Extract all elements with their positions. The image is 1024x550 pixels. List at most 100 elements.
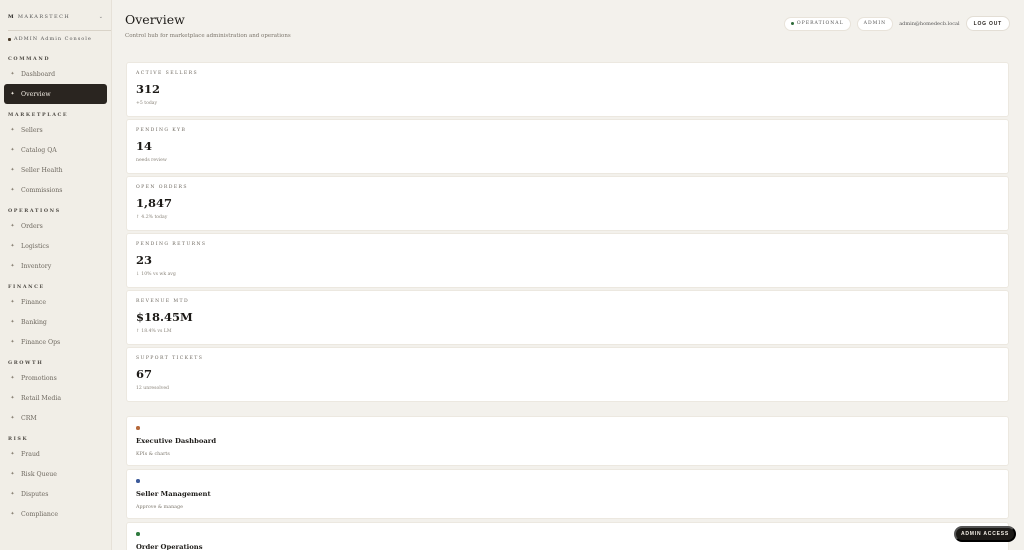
nav-section-title: COMMAND <box>8 56 51 62</box>
sidebar-item-label: Promotions <box>21 374 57 382</box>
nav-section-title: MARKETPLACE <box>8 112 69 118</box>
sidebar-item-seller-health[interactable]: ✦ Seller Health <box>4 160 107 180</box>
kpi-card[interactable]: PENDING KYB 14 needs review <box>126 119 1009 174</box>
sidebar-item-label: Orders <box>21 222 43 230</box>
sidebar-item-label: Finance <box>21 298 47 306</box>
kpi-card[interactable]: PENDING RETURNS 23 ↓ 10% vs wk avg <box>126 233 1009 288</box>
nav-section-title: RISK <box>8 436 29 442</box>
sparkle-icon: ✦ <box>10 395 15 401</box>
status-dot-icon <box>790 22 794 25</box>
sidebar-nav: COMMAND ✦ Dashboard ✦ Overview MARKETPLACE ✦ Se… <box>0 54 111 524</box>
brand[interactable]: M MAKARSTECH ⌄ <box>0 0 111 24</box>
module-list: Executive Dashboard KPIs & charts Seller M… <box>126 416 1009 550</box>
module-title: Executive Dashboard <box>136 436 217 445</box>
module-dot-icon <box>136 426 140 430</box>
kpi-subtext: ↓ 10% vs wk avg <box>136 272 176 277</box>
sparkle-icon: ✦ <box>10 319 15 325</box>
sidebar-item-label: Disputes <box>21 490 49 498</box>
sidebar-item-inventory[interactable]: ✦ Inventory <box>4 256 107 276</box>
nav-section-title: OPERATIONS <box>8 208 61 214</box>
kpi-label: PENDING RETURNS <box>136 242 207 247</box>
kpi-subtext: ↑ 4.2% today <box>136 215 168 220</box>
module-subtitle: KPIs & charts <box>136 451 170 457</box>
kpi-value: 312 <box>136 82 161 96</box>
module-dot-icon <box>136 532 140 536</box>
module-card[interactable]: Order Operations <box>126 522 1009 550</box>
kpi-value: 23 <box>136 253 153 267</box>
sidebar-item-label: Finance Ops <box>21 338 61 346</box>
page-header: Overview Control hub for marketplace adm… <box>125 12 1010 42</box>
sidebar-item-crm[interactable]: ✦ CRM <box>4 408 107 428</box>
sidebar-item-catalog-qa[interactable]: ✦ Catalog QA <box>4 140 107 160</box>
kpi-value: 67 <box>136 367 153 381</box>
kpi-card[interactable]: REVENUE MTD $18.45M ↑ 18.4% vs LM <box>126 290 1009 345</box>
sparkle-icon: ✦ <box>10 375 15 381</box>
sparkle-icon: ✦ <box>10 451 15 457</box>
sidebar-item-dashboard[interactable]: ✦ Dashboard <box>4 64 107 84</box>
sparkle-icon: ✦ <box>10 223 15 229</box>
sidebar-item-disputes[interactable]: ✦ Disputes <box>4 484 107 504</box>
chevron-down-icon[interactable]: ⌄ <box>99 14 103 20</box>
brand-logo: M <box>8 14 14 20</box>
console-tag: ADMIN Admin Console <box>0 31 111 42</box>
sidebar-item-fraud[interactable]: ✦ Fraud <box>4 444 107 464</box>
sidebar-item-label: Fraud <box>21 450 40 458</box>
sparkle-icon: ✦ <box>10 167 15 173</box>
sidebar-item-sellers[interactable]: ✦ Sellers <box>4 120 107 140</box>
nav-section-title: FINANCE <box>8 284 45 290</box>
sparkle-icon: ✦ <box>10 299 15 305</box>
sidebar-item-label: Retail Media <box>21 394 62 402</box>
kpi-label: SUPPORT TICKETS <box>136 356 204 361</box>
kpi-card[interactable]: SUPPORT TICKETS 67 12 unresolved <box>126 347 1009 402</box>
sidebar-item-label: Inventory <box>21 262 52 270</box>
role-label: ADMIN <box>863 21 887 26</box>
sidebar-item-finance[interactable]: ✦ Finance <box>4 292 107 312</box>
kpi-label: REVENUE MTD <box>136 299 190 304</box>
console-label: ADMIN Admin Console <box>14 36 92 42</box>
sparkle-icon: ✦ <box>10 471 15 477</box>
module-card[interactable]: Executive Dashboard KPIs & charts <box>126 416 1009 466</box>
kpi-label: OPEN ORDERS <box>136 185 188 190</box>
brand-name: MAKARSTECH <box>17 14 71 20</box>
module-title: Order Operations <box>136 542 203 550</box>
logout-button[interactable]: LOG OUT <box>965 16 1010 31</box>
sparkle-icon: ✦ <box>10 147 15 153</box>
kpi-subtext: 12 unresolved <box>136 386 169 391</box>
sidebar-item-commissions[interactable]: ✦ Commissions <box>4 180 107 200</box>
sidebar-item-label: CRM <box>21 414 37 422</box>
sidebar-item-promotions[interactable]: ✦ Promotions <box>4 368 107 388</box>
sidebar-item-label: Sellers <box>21 126 43 134</box>
sidebar-item-orders[interactable]: ✦ Orders <box>4 216 107 236</box>
sparkle-icon: ✦ <box>10 187 15 193</box>
kpi-subtext: +5 today <box>136 101 158 106</box>
kpi-value: $18.45M <box>136 310 193 324</box>
module-title: Seller Management <box>136 489 211 498</box>
sidebar-item-compliance[interactable]: ✦ Compliance <box>4 504 107 524</box>
kpi-subtext: needs review <box>136 158 167 163</box>
console-dot-icon <box>8 37 11 41</box>
user-email: admin@homedecb.local <box>899 20 960 27</box>
module-dot-icon <box>136 479 140 483</box>
kpi-label: PENDING KYB <box>136 128 187 133</box>
sparkle-icon: ✦ <box>10 339 15 345</box>
module-card[interactable]: Seller Management Approve & manage <box>126 469 1009 519</box>
sidebar-item-risk-queue[interactable]: ✦ Risk Queue <box>4 464 107 484</box>
status-label: OPERATIONAL <box>796 21 844 26</box>
sidebar-item-logistics[interactable]: ✦ Logistics <box>4 236 107 256</box>
admin-access-button[interactable]: ADMIN ACCESS <box>954 526 1016 542</box>
kpi-card[interactable]: OPEN ORDERS 1,847 ↑ 4.2% today <box>126 176 1009 231</box>
sparkle-icon: ✦ <box>10 243 15 249</box>
sidebar-item-finance-ops[interactable]: ✦ Finance Ops <box>4 332 107 352</box>
sidebar-item-label: Risk Queue <box>21 470 57 478</box>
sidebar-item-banking[interactable]: ✦ Banking <box>4 312 107 332</box>
kpi-list: ACTIVE SELLERS 312 +5 today PENDING KYB 14 ne… <box>126 62 1009 404</box>
sidebar-item-retail-media[interactable]: ✦ Retail Media <box>4 388 107 408</box>
sidebar-item-overview[interactable]: ✦ Overview <box>4 84 107 104</box>
sidebar-item-label: Banking <box>21 318 47 326</box>
sparkle-icon: ✦ <box>10 491 15 497</box>
sparkle-icon: ✦ <box>10 415 15 421</box>
role-badge: ADMIN <box>856 16 894 31</box>
kpi-card[interactable]: ACTIVE SELLERS 312 +5 today <box>126 62 1009 117</box>
sidebar-item-label: Seller Health <box>21 166 63 174</box>
kpi-subtext: ↑ 18.4% vs LM <box>136 329 172 334</box>
